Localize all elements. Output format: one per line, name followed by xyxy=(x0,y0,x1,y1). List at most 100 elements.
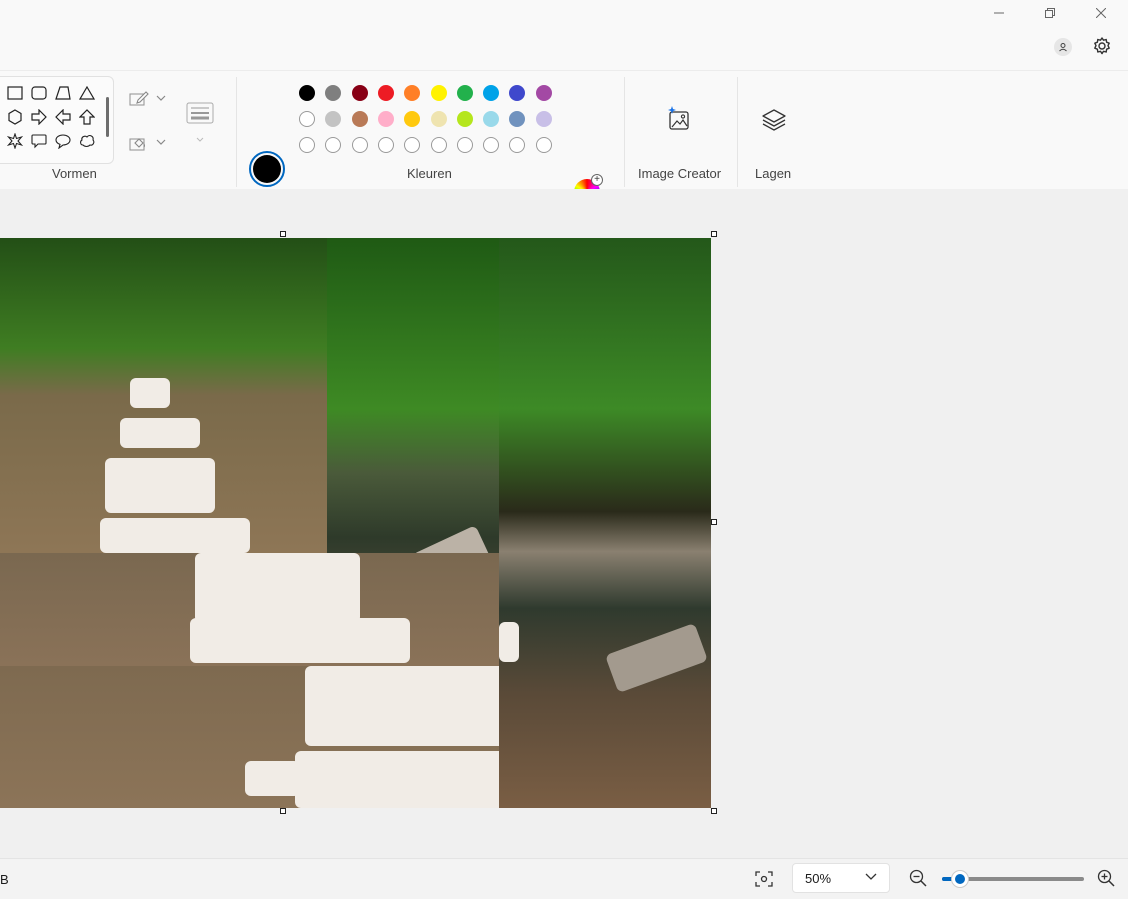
close-button[interactable] xyxy=(1078,2,1124,24)
line-size-icon xyxy=(186,102,214,124)
custom-color-slot[interactable] xyxy=(325,137,342,153)
resize-handle-bottom[interactable] xyxy=(280,808,286,814)
custom-color-slot[interactable] xyxy=(509,137,526,153)
color1-swatch xyxy=(253,155,281,183)
stepping-stone xyxy=(120,418,200,448)
custom-color-slot[interactable] xyxy=(404,137,421,153)
hexagon-shape-icon[interactable] xyxy=(6,108,24,126)
stepping-stone xyxy=(245,761,300,796)
resize-handle-bottom-right[interactable] xyxy=(711,808,717,814)
color-swatch[interactable] xyxy=(430,111,447,127)
photo-piece xyxy=(0,666,499,808)
settings-button[interactable] xyxy=(1091,35,1113,57)
fit-to-window-icon xyxy=(755,871,773,887)
color-swatch[interactable] xyxy=(509,85,526,101)
speech-bubble-cloud-icon[interactable] xyxy=(78,132,96,150)
color-swatch[interactable] xyxy=(404,111,421,127)
status-bar: B 50% xyxy=(0,858,1128,899)
restore-button[interactable] xyxy=(1027,2,1073,24)
color-swatch[interactable] xyxy=(351,85,368,101)
color-swatch[interactable] xyxy=(299,111,315,127)
zoom-out-button[interactable] xyxy=(909,869,927,892)
image-creator-icon xyxy=(668,106,689,130)
stepping-stone xyxy=(100,518,250,553)
arrow-right-shape-icon[interactable] xyxy=(30,108,48,126)
chevron-down-icon xyxy=(196,137,204,142)
custom-color-slot[interactable] xyxy=(483,137,500,153)
custom-color-slot[interactable] xyxy=(456,137,473,153)
line-size-button[interactable] xyxy=(186,101,214,125)
zoom-in-icon xyxy=(1097,869,1115,887)
color-swatch[interactable] xyxy=(456,85,473,101)
stepping-stone xyxy=(195,553,360,623)
account-button[interactable] xyxy=(1054,38,1072,56)
outline-dropdown[interactable] xyxy=(154,91,168,105)
rectangle-shape-icon[interactable] xyxy=(6,84,24,102)
resize-handle-right[interactable] xyxy=(711,519,717,525)
stepping-stone xyxy=(105,458,215,513)
zoom-select[interactable]: 50% xyxy=(792,863,890,893)
fill-button[interactable] xyxy=(128,133,150,153)
speech-bubble-rect-icon[interactable] xyxy=(30,132,48,150)
color-swatch[interactable] xyxy=(535,85,552,101)
color-swatch[interactable] xyxy=(377,85,394,101)
arrow-left-shape-icon[interactable] xyxy=(54,108,72,126)
rounded-rectangle-shape-icon[interactable] xyxy=(30,84,48,102)
image-creator-button[interactable] xyxy=(664,105,694,133)
color-swatch[interactable] xyxy=(509,111,526,127)
stepping-stone xyxy=(605,622,708,694)
color-swatch[interactable] xyxy=(483,111,500,127)
shapes-group-label: Vormen xyxy=(52,166,97,181)
speech-bubble-oval-icon[interactable] xyxy=(54,132,72,150)
star-shape-icon[interactable] xyxy=(6,132,24,150)
color-swatch[interactable] xyxy=(456,111,473,127)
color-swatch[interactable] xyxy=(404,85,421,101)
custom-color-slot[interactable] xyxy=(535,137,552,153)
layers-label: Lagen xyxy=(755,166,792,181)
custom-color-slot[interactable] xyxy=(299,137,315,153)
colors-group-label: Kleuren xyxy=(407,166,452,181)
custom-color-slot[interactable] xyxy=(430,137,447,153)
restore-icon xyxy=(1045,8,1055,18)
chevron-down-icon xyxy=(156,95,166,101)
color-swatch[interactable] xyxy=(325,85,342,101)
stepping-stone xyxy=(499,622,519,662)
color-swatch[interactable] xyxy=(377,111,394,127)
fill-icon xyxy=(129,138,145,151)
custom-color-slot[interactable] xyxy=(377,137,394,153)
canvas-image[interactable] xyxy=(0,238,711,808)
zoom-out-icon xyxy=(909,869,927,887)
image-creator-label: Image Creator xyxy=(638,166,722,181)
shapes-scrollbar[interactable] xyxy=(106,97,109,137)
fit-to-window-button[interactable] xyxy=(754,870,774,888)
zoom-slider-thumb[interactable] xyxy=(951,870,970,888)
zoom-in-button[interactable] xyxy=(1097,869,1115,892)
resize-handle-top-right[interactable] xyxy=(711,231,717,237)
outline-icon xyxy=(129,91,149,106)
color-swatch[interactable] xyxy=(351,111,368,127)
color-swatch[interactable] xyxy=(325,111,342,127)
zoom-value: 50% xyxy=(805,871,832,886)
color-swatch[interactable] xyxy=(430,85,447,101)
line-size-dropdown[interactable] xyxy=(194,133,206,145)
fill-dropdown[interactable] xyxy=(154,135,168,149)
photo-piece xyxy=(0,553,499,666)
outline-button[interactable] xyxy=(128,89,150,109)
color-swatch[interactable] xyxy=(535,111,552,127)
photo-piece xyxy=(499,238,711,808)
triangle-shape-icon[interactable] xyxy=(78,84,96,102)
group-divider xyxy=(236,77,237,187)
chevron-down-icon xyxy=(156,139,166,145)
layers-button[interactable] xyxy=(760,107,788,133)
account-icon xyxy=(1059,43,1067,52)
color-swatch[interactable] xyxy=(483,85,500,101)
photo-piece xyxy=(0,238,327,553)
polygon-shape-icon[interactable] xyxy=(54,84,72,102)
resize-handle-top[interactable] xyxy=(280,231,286,237)
stepping-stone xyxy=(295,751,499,808)
arrow-up-shape-icon[interactable] xyxy=(78,108,96,126)
minimize-button[interactable] xyxy=(976,2,1022,24)
close-icon xyxy=(1096,8,1106,18)
custom-color-slot[interactable] xyxy=(351,137,368,153)
color-swatch[interactable] xyxy=(299,85,315,101)
